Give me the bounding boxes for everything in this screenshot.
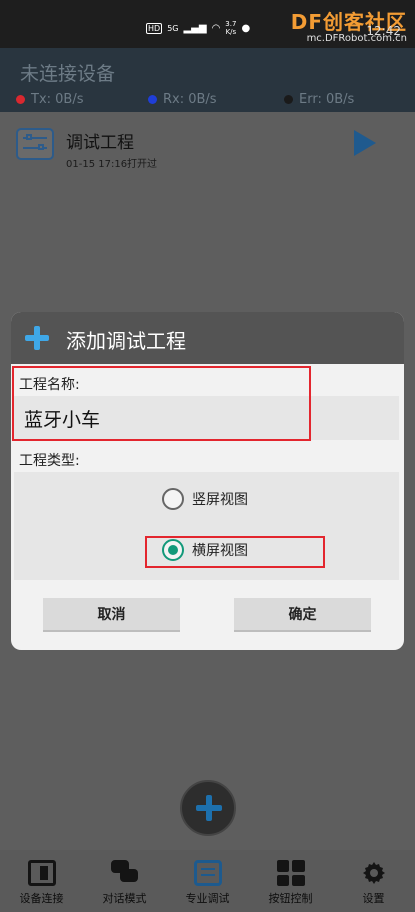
wifi-icon: ◠ — [211, 22, 221, 34]
bottom-nav: 设备连接 对话模式 专业调试 按钮控制 设置 — [0, 850, 415, 912]
nav-device-connect[interactable]: 设备连接 — [0, 850, 83, 912]
project-name-label: 工程名称: — [19, 377, 80, 393]
nav-settings[interactable]: 设置 — [332, 850, 415, 912]
status-bar: HD 5G ▂▄▆ ◠ 3.7 K/s ● DF创客社区 mc.DFRobot.… — [0, 0, 415, 48]
nav-debug-label: 专业调试 — [185, 892, 230, 905]
net-speed-value: 3.7 — [225, 20, 237, 28]
signal-icon: ▂▄▆ — [183, 22, 207, 34]
confirm-button[interactable]: 确定 — [234, 598, 371, 632]
play-icon[interactable] — [354, 130, 376, 156]
nav-button-control[interactable]: 按钮控制 — [249, 850, 332, 912]
rx-label: Rx: 0B/s — [163, 92, 217, 107]
cancel-button[interactable]: 取消 — [43, 598, 180, 632]
status-time: 12:42 — [366, 24, 401, 38]
radio-landscape-label: 横屏视图 — [192, 543, 248, 559]
nav-chat-mode[interactable]: 对话模式 — [83, 850, 166, 912]
dialog-header: 添加调试工程 — [11, 312, 404, 364]
project-name: 调试工程 — [66, 133, 134, 153]
network-label: 5G — [167, 23, 179, 33]
plus-icon — [25, 326, 49, 350]
tx-dot-icon — [16, 95, 25, 104]
net-speed: 3.7 K/s — [225, 20, 236, 36]
chat-icon — [110, 860, 139, 886]
connection-title: 未连接设备 — [20, 63, 116, 85]
add-project-fab[interactable] — [180, 780, 236, 836]
fab-plus-icon-bar — [196, 805, 222, 811]
nav-pro-debug[interactable]: 专业调试 — [166, 850, 249, 912]
radio-landscape[interactable]: 横屏视图 — [162, 539, 248, 561]
project-type-label: 工程类型: — [19, 453, 80, 469]
net-speed-unit: K/s — [225, 28, 237, 36]
debug-icon — [193, 860, 222, 886]
err-dot-icon — [284, 95, 293, 104]
err-stat: Err: 0B/s — [284, 92, 354, 107]
nav-device-label: 设备连接 — [19, 892, 64, 905]
project-item[interactable]: 调试工程 01-15 17:16打开过 — [0, 112, 415, 176]
dialog-title: 添加调试工程 — [66, 329, 186, 353]
project-sliders-icon — [16, 128, 54, 160]
project-time: 01-15 17:16打开过 — [66, 159, 158, 170]
traffic-stats: Tx: 0B/s Rx: 0B/s Err: 0B/s — [16, 92, 354, 107]
add-project-dialog: 添加调试工程 工程名称: 工程类型: 竖屏视图 横屏视图 取消 确定 — [11, 312, 404, 650]
rx-stat: Rx: 0B/s — [148, 92, 284, 107]
nav-settings-label: 设置 — [362, 892, 385, 905]
nav-chat-label: 对话模式 — [102, 892, 147, 905]
radio-unchecked-icon — [162, 488, 184, 510]
project-name-input[interactable] — [14, 396, 399, 440]
notification-icon: ● — [241, 22, 251, 34]
gear-icon — [360, 860, 388, 886]
tx-label: Tx: 0B/s — [31, 92, 84, 107]
radio-checked-icon — [162, 539, 184, 561]
status-icons: HD 5G ▂▄▆ ◠ 3.7 K/s ● — [146, 20, 250, 36]
tx-stat: Tx: 0B/s — [16, 92, 148, 107]
radio-portrait-label: 竖屏视图 — [192, 492, 248, 508]
hd-badge: HD — [146, 22, 163, 34]
app-header: 未连接设备 Tx: 0B/s Rx: 0B/s Err: 0B/s — [0, 48, 415, 112]
device-icon — [27, 860, 56, 886]
buttons-icon — [276, 860, 305, 886]
err-label: Err: 0B/s — [299, 92, 355, 107]
nav-buttons-label: 按钮控制 — [268, 892, 313, 905]
rx-dot-icon — [148, 95, 157, 104]
radio-portrait[interactable]: 竖屏视图 — [162, 488, 248, 510]
